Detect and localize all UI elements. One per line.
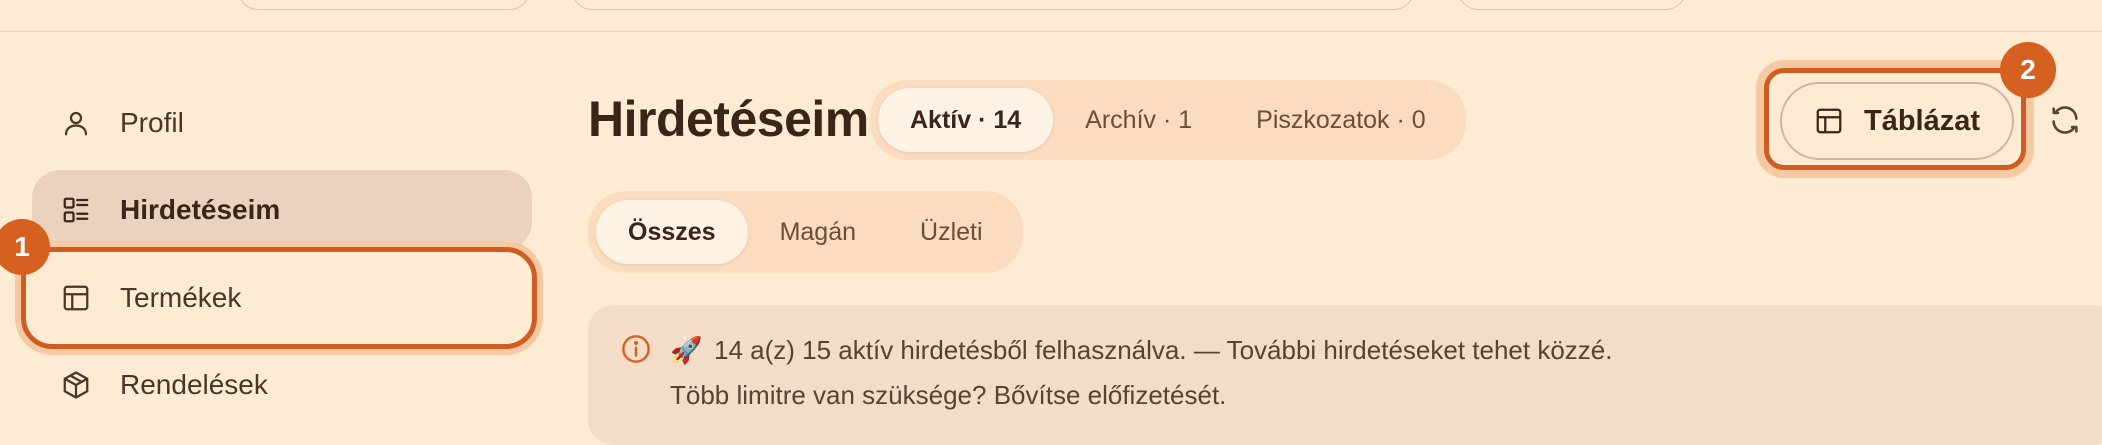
top-bar-search[interactable] [572,0,1414,10]
rocket-emoji: 🚀 [670,335,703,365]
type-tabs: Összes Magán Üzleti [588,191,1023,273]
top-bar [0,0,2102,32]
sidebar-item-termekek[interactable]: Termékek [21,247,537,349]
refresh-icon[interactable] [2048,103,2082,137]
list-icon [60,194,92,226]
sidebar-item-label: Termékek [120,282,242,313]
sidebar-item-label: Rendelések [120,369,268,400]
package-icon [60,369,92,401]
tab-osszes[interactable]: Összes [596,200,748,264]
top-bar-control[interactable] [238,0,530,10]
sidebar-item-profil[interactable]: Profil [32,84,532,162]
sidebar-item-hirdeteseim[interactable]: Hirdetéseim [32,170,532,250]
limit-notice: 🚀 14 a(z) 15 aktív hirdetésből felhaszná… [588,305,2102,445]
notice-upgrade-text: Több limitre van szüksége? Bővítse előfi… [670,380,1227,410]
table-view-button[interactable]: Táblázat [1780,82,2014,160]
step-badge-2: 2 [2000,42,2056,98]
tab-uzleti[interactable]: Üzleti [888,200,1015,264]
sidebar-item-label: Hirdetéseim [120,194,281,225]
tab-magan[interactable]: Magán [748,200,888,264]
sidebar-item-label: Profil [120,107,184,138]
tab-archiv[interactable]: Archív · 1 [1053,88,1224,152]
user-icon [60,107,92,139]
page-title: Hirdetéseim [588,91,869,147]
top-bar-control[interactable] [1458,0,1686,10]
table-icon [60,282,92,314]
table-view-button-label: Táblázat [1864,104,1981,137]
sidebar-item-rendelesek[interactable]: Rendelések [32,346,532,424]
status-tabs: Aktív · 14 Archív · 1 Piszkozatok · 0 [870,80,1466,160]
notice-text: 14 a(z) 15 aktív hirdetésből felhasználv… [714,335,1613,365]
tab-aktiv[interactable]: Aktív · 14 [878,88,1054,152]
table-icon [1814,106,1844,136]
info-icon [620,333,652,365]
tab-piszkozatok[interactable]: Piszkozatok · 0 [1224,88,1458,152]
